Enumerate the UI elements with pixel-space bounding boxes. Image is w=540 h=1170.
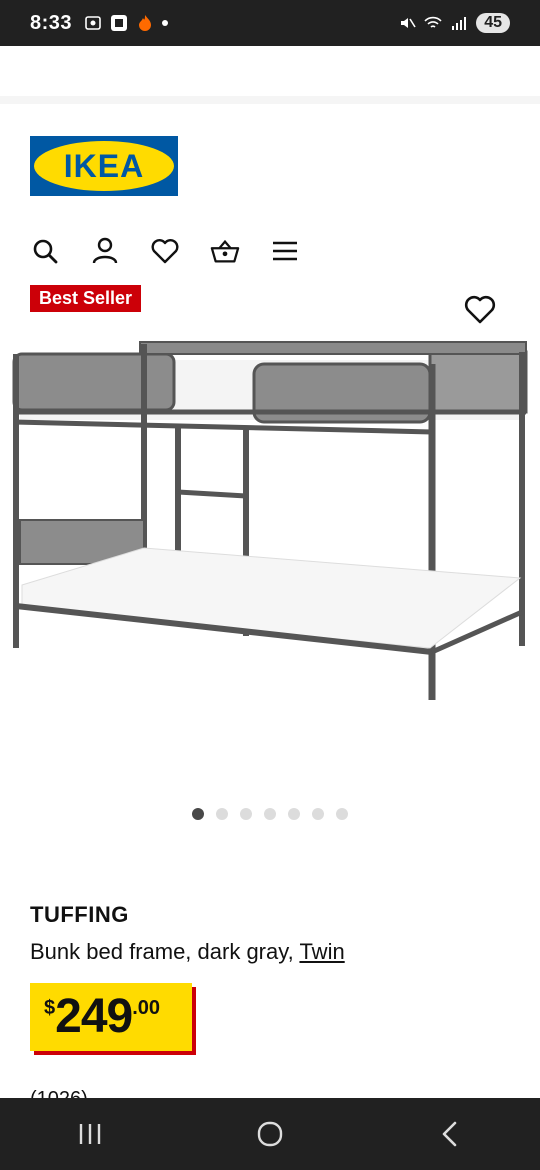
status-system-icons: 45 — [398, 13, 510, 33]
product-description-text: Bunk bed frame, dark gray, — [30, 939, 294, 964]
flame-app-icon — [139, 15, 152, 31]
back-icon[interactable] — [430, 1114, 470, 1154]
recents-icon[interactable] — [70, 1114, 110, 1154]
status-time: 8:33 — [30, 11, 73, 34]
carousel-dot[interactable] — [192, 808, 204, 820]
carousel-dot[interactable] — [240, 808, 252, 820]
app-notification-icon — [111, 15, 128, 31]
menu-icon[interactable] — [270, 236, 300, 266]
ikea-logo[interactable]: IKEA — [30, 136, 178, 196]
carousel-dot[interactable] — [312, 808, 324, 820]
mute-icon — [401, 18, 416, 28]
carousel-dot[interactable] — [216, 808, 228, 820]
cart-icon[interactable] — [210, 236, 240, 266]
more-notifications-dot — [162, 20, 169, 26]
svg-text:IKEA: IKEA — [64, 148, 144, 184]
product-name: TUFFING — [30, 902, 129, 927]
status-bar: 8:33 45 — [0, 0, 540, 46]
best-seller-badge: Best Seller — [30, 285, 142, 312]
price-integer: 249 — [55, 990, 133, 1043]
search-icon[interactable] — [30, 236, 60, 266]
product-image[interactable] — [0, 330, 540, 750]
carousel-dot[interactable] — [264, 808, 276, 820]
price-currency: $ — [44, 997, 56, 1019]
price-decimal: .00 — [132, 997, 161, 1019]
image-carousel-dots — [192, 808, 348, 820]
header-divider — [0, 96, 540, 104]
signal-icon — [452, 17, 467, 30]
header-nav — [30, 236, 300, 266]
wishlist-icon[interactable] — [150, 236, 180, 266]
system-nav-bar — [0, 1098, 540, 1170]
wifi-icon — [424, 16, 442, 28]
product-description: Bunk bed frame, dark gray, Twin — [30, 939, 345, 965]
carousel-dot[interactable] — [336, 808, 348, 820]
account-icon[interactable] — [90, 236, 120, 266]
top-spacer — [0, 46, 540, 98]
home-icon[interactable] — [250, 1114, 290, 1154]
add-to-favorites-icon[interactable] — [464, 294, 496, 326]
carousel-dot[interactable] — [288, 808, 300, 820]
price-tag: $ 249 .00 — [30, 983, 192, 1051]
size-link[interactable]: Twin — [299, 939, 344, 964]
review-count-partial: (1026) — [30, 1088, 88, 1098]
screenshot-icon — [85, 16, 101, 30]
battery-indicator: 45 — [476, 13, 510, 33]
status-notification-icons — [84, 14, 169, 32]
